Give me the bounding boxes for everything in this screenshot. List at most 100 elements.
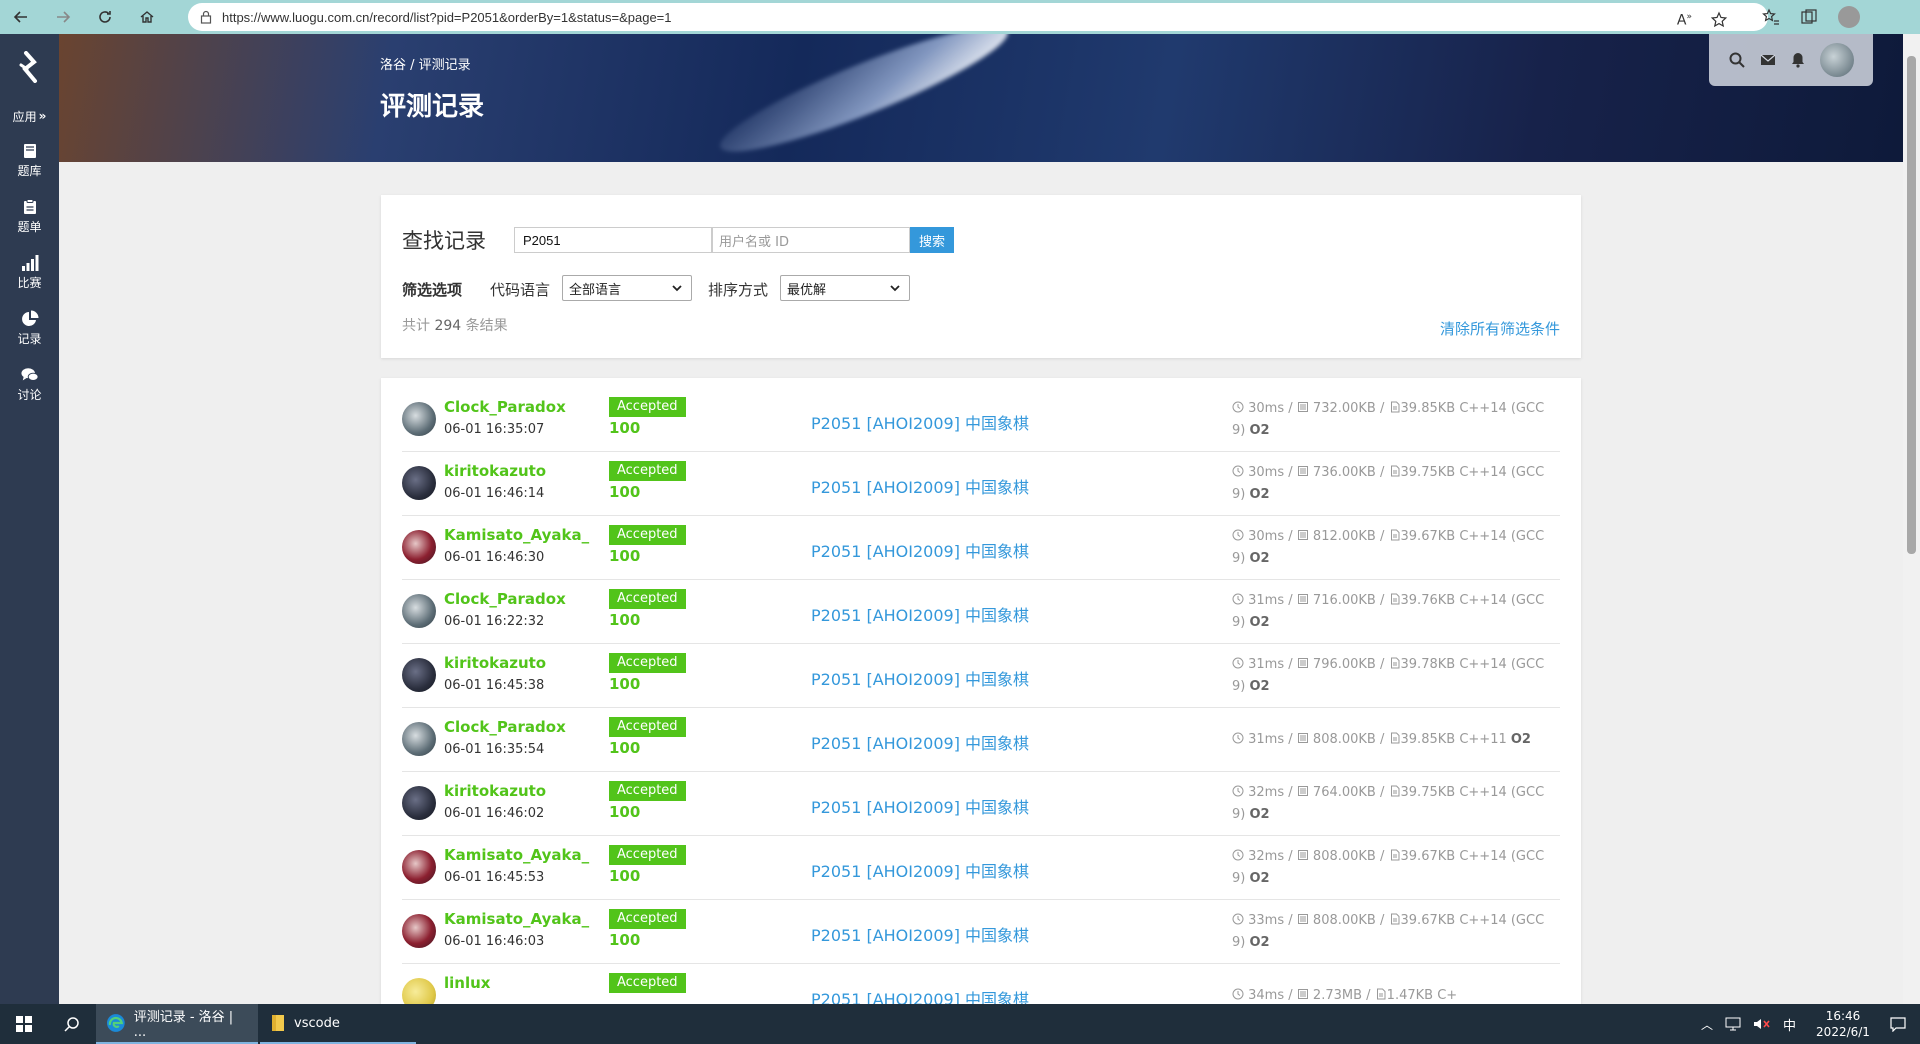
status-badge[interactable]: Accepted (609, 845, 686, 865)
record-problem-link[interactable]: P2051 [AHOI2009] 中国象棋 (811, 410, 1029, 434)
user-avatar[interactable] (402, 722, 436, 756)
record-problem-link[interactable]: P2051 [AHOI2009] 中国象棋 (811, 538, 1029, 562)
back-button[interactable] (0, 0, 42, 34)
record-language[interactable]: C++14 (GCC (1459, 401, 1544, 416)
url-text[interactable]: https://www.luogu.com.cn/record/list?pid… (222, 10, 672, 25)
forward-button[interactable] (42, 0, 84, 34)
ime-indicator[interactable]: 中 (1783, 1015, 1796, 1034)
user-avatar[interactable] (402, 530, 436, 564)
user-avatar[interactable] (402, 466, 436, 500)
address-bar[interactable]: https://www.luogu.com.cn/record/list?pid… (188, 3, 1768, 31)
taskbar-search-button[interactable] (48, 1004, 96, 1044)
user-search-input[interactable]: 用户名或 ID (712, 227, 910, 253)
record-username[interactable]: Clock_Paradox (444, 590, 566, 608)
record-username[interactable]: kiritokazuto (444, 654, 546, 672)
record-code-size: 39.76KB (1400, 593, 1456, 608)
record-language[interactable]: C++11 (1459, 732, 1506, 747)
record-problem-link[interactable]: P2051 [AHOI2009] 中国象棋 (811, 666, 1029, 690)
clear-filters-link[interactable]: 清除所有筛选条件 (1440, 318, 1560, 339)
sidebar-item-contests[interactable]: 比赛 (0, 244, 59, 300)
user-avatar[interactable] (1819, 43, 1854, 77)
profile-avatar[interactable] (1838, 6, 1860, 28)
status-badge[interactable]: Accepted (609, 653, 686, 673)
record-problem-link[interactable]: P2051 [AHOI2009] 中国象棋 (811, 858, 1029, 882)
taskbar-app-vscode-folder[interactable]: vscode (260, 1004, 416, 1044)
user-avatar[interactable] (402, 594, 436, 628)
collections-icon[interactable] (1800, 8, 1818, 26)
notification-icon[interactable] (1890, 1016, 1906, 1032)
chevron-up-icon[interactable]: ︿ (1701, 1016, 1713, 1033)
record-problem-link[interactable]: P2051 [AHOI2009] 中国象棋 (811, 602, 1029, 626)
read-aloud-icon[interactable]: A» (1677, 12, 1692, 29)
favorite-add-icon[interactable] (1710, 11, 1728, 29)
record-username[interactable]: Kamisato_Ayaka_ (444, 846, 589, 864)
search-icon[interactable] (1729, 52, 1745, 68)
apps-menu[interactable]: 应用» (0, 100, 59, 132)
record-language[interactable]: C++14 (GCC (1459, 593, 1544, 608)
edge-icon (106, 1014, 125, 1032)
sidebar-item-records[interactable]: 记录 (0, 300, 59, 356)
folder-icon (272, 1015, 284, 1031)
record-username[interactable]: linlux (444, 974, 490, 992)
taskbar-clock[interactable]: 16:46 2022/6/1 (1808, 1008, 1878, 1040)
start-button[interactable] (0, 1004, 48, 1044)
record-username[interactable]: Kamisato_Ayaka_ (444, 526, 589, 544)
status-badge[interactable]: Accepted (609, 973, 686, 993)
record-username[interactable]: Clock_Paradox (444, 718, 566, 736)
refresh-button[interactable] (84, 0, 126, 34)
status-badge[interactable]: Accepted (609, 781, 686, 801)
record-username[interactable]: kiritokazuto (444, 782, 546, 800)
record-problem-link[interactable]: P2051 [AHOI2009] 中国象棋 (811, 730, 1029, 754)
record-o2-badge: O2 (1249, 423, 1270, 438)
network-icon[interactable] (1725, 1017, 1741, 1031)
record-language[interactable]: C+ (1437, 988, 1457, 1003)
status-badge[interactable]: Accepted (609, 525, 686, 545)
bell-icon[interactable] (1791, 52, 1805, 68)
status-badge[interactable]: Accepted (609, 717, 686, 737)
status-badge[interactable]: Accepted (609, 461, 686, 481)
taskbar-app-edge[interactable]: 评测记录 - 洛谷 | ... (96, 1004, 258, 1044)
search-button[interactable]: 搜索 (910, 227, 954, 253)
record-problem-link[interactable]: P2051 [AHOI2009] 中国象棋 (811, 794, 1029, 818)
record-language[interactable]: C++14 (GCC (1459, 849, 1544, 864)
record-language[interactable]: C++14 (GCC (1459, 785, 1544, 800)
record-username[interactable]: Kamisato_Ayaka_ (444, 910, 589, 928)
page-scrollbar[interactable] (1903, 34, 1920, 1004)
sidebar-item-training[interactable]: 题单 (0, 188, 59, 244)
record-username[interactable]: Clock_Paradox (444, 398, 566, 416)
record-row: Clock_Paradox 06-01 16:35:54 Accepted 100 P2… (402, 708, 1560, 772)
user-avatar[interactable] (402, 402, 436, 436)
status-badge[interactable]: Accepted (609, 589, 686, 609)
volume-muted-icon[interactable] (1753, 1017, 1771, 1031)
clock-icon (1232, 593, 1244, 605)
record-language[interactable]: C++14 (GCC (1459, 913, 1544, 928)
language-select[interactable]: 全部语言 (562, 275, 692, 301)
record-row: kiritokazuto 06-01 16:45:38 Accepted 100 P20… (402, 644, 1560, 708)
mail-icon[interactable] (1760, 53, 1776, 67)
favorites-icon[interactable] (1762, 8, 1780, 26)
status-badge[interactable]: Accepted (609, 397, 686, 417)
record-language[interactable]: C++14 (GCC (1459, 465, 1544, 480)
luogu-logo[interactable] (0, 34, 59, 100)
user-avatar[interactable] (402, 786, 436, 820)
breadcrumb[interactable]: 洛谷 / 评测记录 (380, 54, 471, 73)
user-avatar[interactable] (402, 978, 436, 1004)
problem-id-input[interactable]: P2051 (514, 227, 712, 253)
record-username[interactable]: kiritokazuto (444, 462, 546, 480)
record-language[interactable]: C++14 (GCC (1459, 657, 1544, 672)
result-count: 共计 294 条结果 (402, 315, 508, 335)
record-problem-link[interactable]: P2051 [AHOI2009] 中国象棋 (811, 922, 1029, 946)
sidebar-item-discuss[interactable]: 讨论 (0, 356, 59, 412)
user-avatar[interactable] (402, 850, 436, 884)
record-language[interactable]: C++14 (GCC (1459, 529, 1544, 544)
sort-select[interactable]: 最优解 (780, 275, 910, 301)
record-problem-link[interactable]: P2051 [AHOI2009] 中国象棋 (811, 986, 1029, 1004)
scrollbar-thumb[interactable] (1907, 56, 1916, 554)
record-memory: 716.00KB (1312, 593, 1376, 608)
record-problem-link[interactable]: P2051 [AHOI2009] 中国象棋 (811, 474, 1029, 498)
sidebar-item-problems[interactable]: 题库 (0, 132, 59, 188)
home-button[interactable] (126, 0, 168, 34)
status-badge[interactable]: Accepted (609, 909, 686, 929)
user-avatar[interactable] (402, 914, 436, 948)
user-avatar[interactable] (402, 658, 436, 692)
